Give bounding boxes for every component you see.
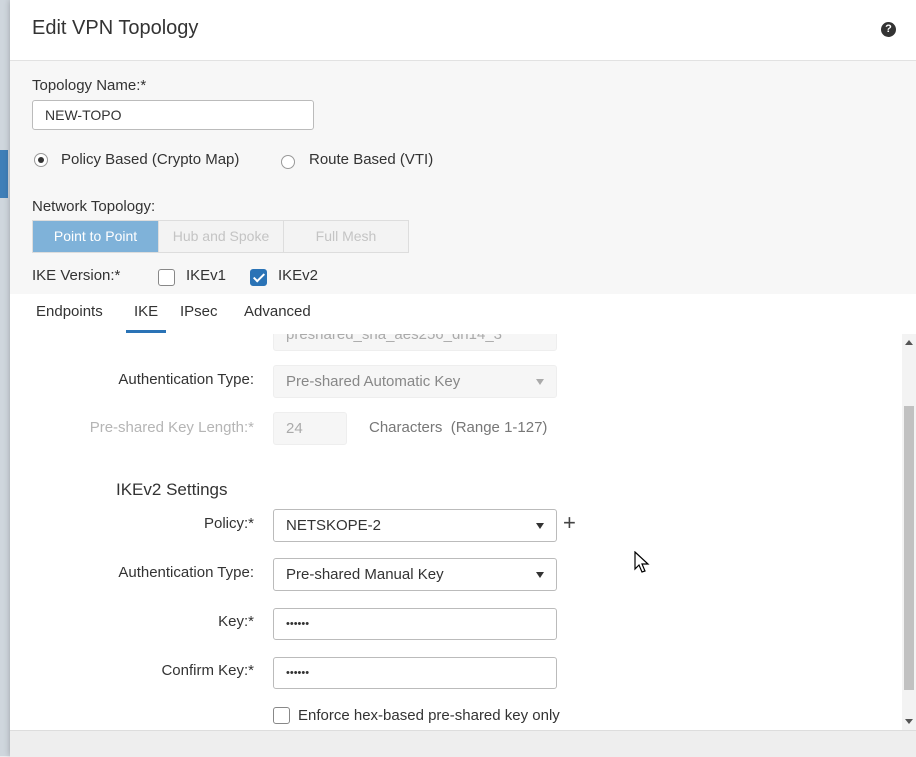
ikev2-policy-value: NETSKOPE-2: [286, 517, 382, 534]
ikev1-key-length-value: 24: [286, 420, 303, 437]
chevron-down-icon: [536, 379, 544, 385]
ikev2-confirm-key-input[interactable]: ••••••: [273, 657, 557, 689]
settings-tabs: Endpoints IKE IPsec Advanced: [10, 294, 916, 334]
scroll-down-arrow-icon[interactable]: [905, 719, 913, 724]
ikev2-policy-select[interactable]: NETSKOPE-2: [273, 509, 557, 542]
tab-ipsec[interactable]: IPsec: [180, 303, 218, 320]
add-policy-plus-icon[interactable]: +: [563, 512, 576, 534]
ikev1-auth-type-select: Pre-shared Automatic Key: [273, 365, 557, 398]
ikev2-auth-type-value: Pre-shared Manual Key: [286, 566, 444, 583]
ikev1-auth-type-label: Authentication Type:: [118, 371, 254, 388]
topology-name-label: Topology Name:*: [32, 77, 147, 94]
ikev1-auth-type-value: Pre-shared Automatic Key: [286, 373, 461, 390]
background-app-sidebar: [0, 0, 10, 756]
ikev1-key-length-hint: Characters (Range 1-127): [369, 419, 548, 436]
ikev2-key-input[interactable]: ••••••: [273, 608, 557, 640]
ikev2-settings-heading: IKEv2 Settings: [116, 480, 228, 499]
ikev2-policy-label: Policy:*: [203, 515, 254, 532]
enforce-hex-checkbox[interactable]: [273, 707, 290, 724]
ikev2-label[interactable]: IKEv2: [278, 267, 318, 284]
tab-advanced[interactable]: Advanced: [244, 303, 311, 320]
radio-route-based[interactable]: [281, 155, 295, 169]
segment-full-mesh[interactable]: Full Mesh: [284, 221, 408, 252]
ikev2-confirm-key-label: Confirm Key:*: [161, 662, 254, 679]
ikev2-auth-type-select[interactable]: Pre-shared Manual Key: [273, 558, 557, 591]
dialog-title: Edit VPN Topology: [32, 17, 199, 39]
topology-name-input[interactable]: [32, 100, 314, 130]
tab-ike[interactable]: IKE: [125, 303, 167, 333]
mouse-cursor-icon: [634, 551, 650, 573]
chevron-down-icon: [536, 572, 544, 578]
ikev1-policy-select: preshared_sha_aes256_dh14_3: [273, 334, 557, 351]
content-scrollbar[interactable]: [902, 334, 916, 730]
radio-policy-based[interactable]: [34, 153, 48, 167]
ikev2-checkbox[interactable]: [250, 269, 267, 286]
scrollbar-thumb[interactable]: [904, 406, 914, 690]
ikev1-policy-value: preshared_sha_aes256_dh14_3: [286, 334, 503, 343]
network-topology-selector: Point to Point Hub and Spoke Full Mesh: [32, 220, 409, 253]
radio-policy-based-label[interactable]: Policy Based (Crypto Map): [61, 151, 239, 168]
topology-general-section: Topology Name:* Policy Based (Crypto Map…: [10, 61, 916, 294]
ikev1-key-length-input: 24: [273, 412, 347, 445]
ikev1-label[interactable]: IKEv1: [186, 267, 226, 284]
ikev2-key-label: Key:*: [218, 613, 254, 630]
chevron-down-icon: [536, 523, 544, 529]
segment-point-to-point[interactable]: Point to Point: [33, 221, 159, 252]
background-sidebar-accent: [0, 150, 8, 198]
segment-hub-and-spoke[interactable]: Hub and Spoke: [159, 221, 284, 252]
scroll-up-arrow-icon[interactable]: [905, 340, 913, 345]
help-icon[interactable]: ?: [881, 22, 896, 37]
enforce-hex-label[interactable]: Enforce hex-based pre-shared key only: [298, 707, 560, 724]
tab-endpoints[interactable]: Endpoints: [36, 303, 103, 320]
ikev1-checkbox[interactable]: [158, 269, 175, 286]
ike-version-label: IKE Version:*: [32, 267, 121, 284]
edit-vpn-topology-dialog: Edit VPN Topology ? Topology Name:* Poli…: [10, 0, 916, 757]
radio-route-based-label[interactable]: Route Based (VTI): [309, 151, 433, 168]
dialog-header: Edit VPN Topology ?: [10, 0, 916, 61]
ikev2-auth-type-label: Authentication Type:: [118, 564, 254, 581]
network-topology-label: Network Topology:: [32, 198, 156, 215]
ike-tab-content: preshared_sha_aes256_dh14_3 Authenticati…: [10, 334, 916, 730]
dialog-footer: [10, 730, 916, 757]
ikev1-key-length-label: Pre-shared Key Length:*: [89, 419, 254, 436]
